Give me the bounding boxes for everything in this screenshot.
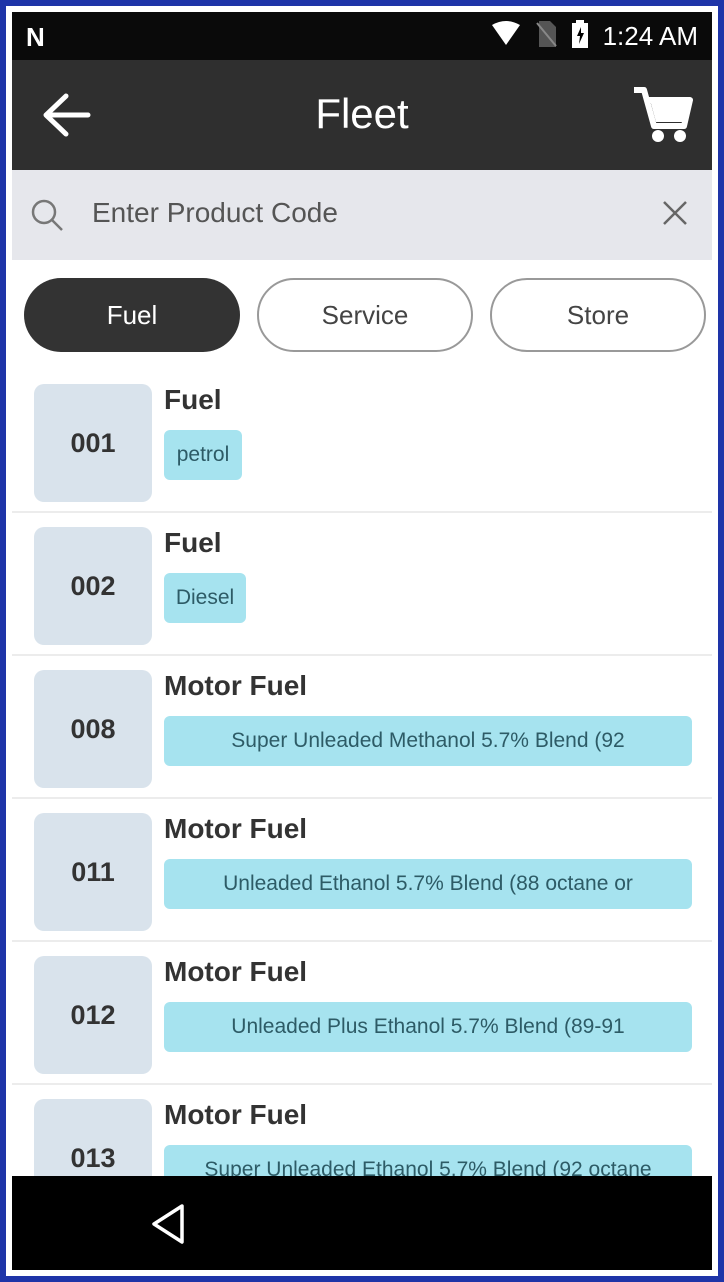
carrier-logo: N xyxy=(26,22,45,52)
screenshot-frame: N 1:24 AM Fleet Enter Product Code Fuel … xyxy=(0,0,724,1282)
product-tag: petrol xyxy=(164,430,242,480)
product-list: 001 Fuel petrol 002 Fuel Diesel 008 Moto… xyxy=(12,370,712,1176)
product-title: Motor Fuel xyxy=(164,1099,308,1130)
list-item[interactable]: 011 Motor Fuel Unleaded Ethanol 5.7% Ble… xyxy=(12,799,712,942)
search-input[interactable]: Enter Product Code xyxy=(92,197,338,229)
no-sim-icon xyxy=(535,20,557,53)
product-code: 002 xyxy=(34,527,152,645)
phone-screen: N 1:24 AM Fleet Enter Product Code Fuel … xyxy=(12,12,712,1270)
product-code: 012 xyxy=(34,956,152,1074)
tab-service[interactable]: Service xyxy=(257,278,473,352)
list-item[interactable]: 012 Motor Fuel Unleaded Plus Ethanol 5.7… xyxy=(12,942,712,1085)
product-title: Motor Fuel xyxy=(164,813,308,844)
product-title: Motor Fuel xyxy=(164,670,308,701)
navigation-bar xyxy=(12,1176,712,1270)
list-item[interactable]: 002 Fuel Diesel xyxy=(12,513,712,656)
clock: 1:24 AM xyxy=(602,21,698,51)
page-title: Fleet xyxy=(315,90,409,137)
product-tag: Super Unleaded Ethanol 5.7% Blend (92 oc… xyxy=(164,1145,692,1176)
status-icons: 1:24 AM xyxy=(491,20,698,53)
search-icon xyxy=(30,198,64,232)
list-item[interactable]: 008 Motor Fuel Super Unleaded Methanol 5… xyxy=(12,656,712,799)
product-code: 001 xyxy=(34,384,152,502)
category-tabs: Fuel Service Store xyxy=(24,278,706,356)
list-item[interactable]: 013 Motor Fuel Super Unleaded Ethanol 5.… xyxy=(12,1085,712,1176)
wifi-icon xyxy=(491,21,521,52)
product-title: Fuel xyxy=(164,384,222,415)
product-code: 013 xyxy=(34,1099,152,1176)
close-icon[interactable] xyxy=(660,198,690,228)
product-tag: Unleaded Plus Ethanol 5.7% Blend (89-91 xyxy=(164,1002,692,1052)
product-title: Motor Fuel xyxy=(164,956,308,987)
product-tag: Diesel xyxy=(164,573,246,623)
battery-icon xyxy=(571,20,589,53)
product-tag: Super Unleaded Methanol 5.7% Blend (92 xyxy=(164,716,692,766)
list-item[interactable]: 001 Fuel petrol xyxy=(12,370,712,513)
triangle-back-icon[interactable] xyxy=(146,1202,190,1246)
status-bar: N 1:24 AM xyxy=(12,12,712,60)
search-bar: Enter Product Code xyxy=(12,170,712,260)
tab-fuel[interactable]: Fuel xyxy=(24,278,240,352)
app-bar: Fleet xyxy=(12,60,712,170)
product-code: 008 xyxy=(34,670,152,788)
product-title: Fuel xyxy=(164,527,222,558)
tab-store[interactable]: Store xyxy=(490,278,706,352)
cart-icon[interactable] xyxy=(630,82,694,146)
product-code: 011 xyxy=(34,813,152,931)
product-tag: Unleaded Ethanol 5.7% Blend (88 octane o… xyxy=(164,859,692,909)
